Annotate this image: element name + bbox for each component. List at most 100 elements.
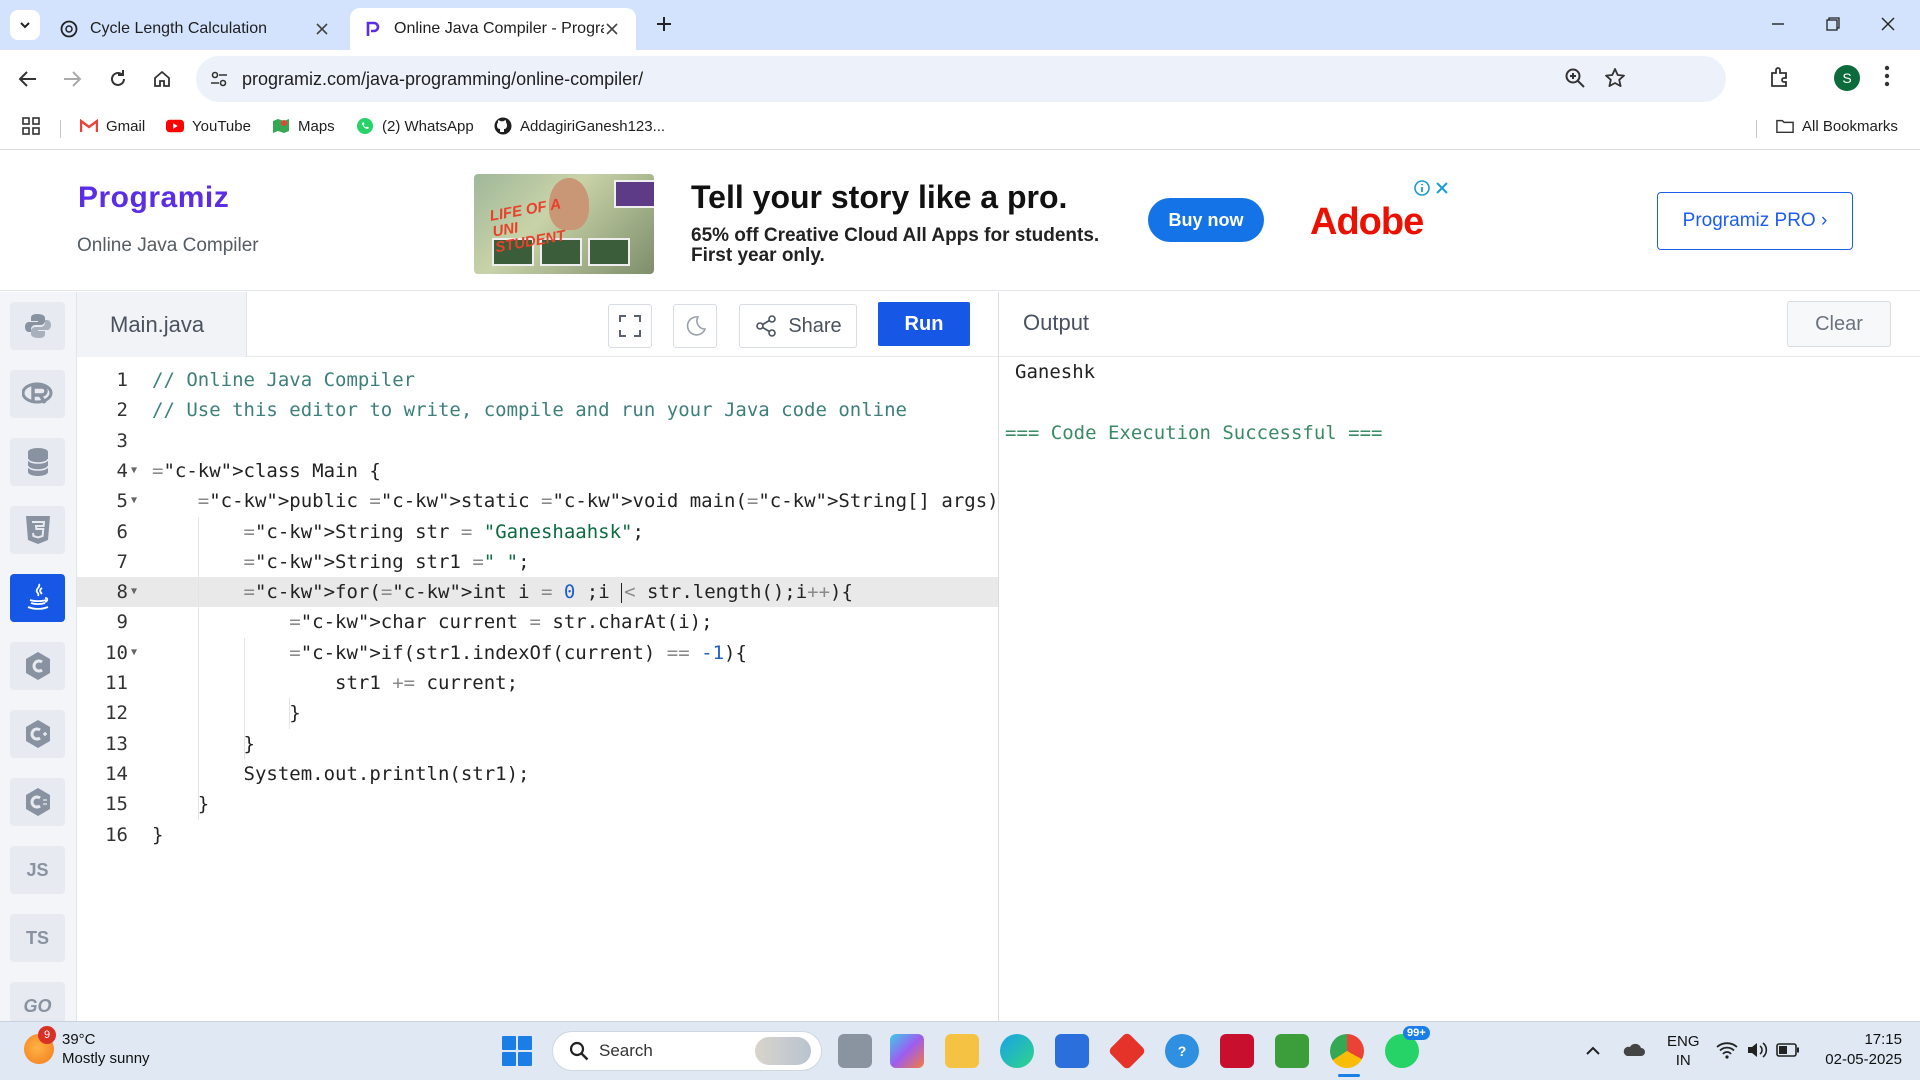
code-line[interactable]: 12 } xyxy=(77,698,998,728)
task-view-icon[interactable] xyxy=(838,1034,872,1068)
code-line[interactable]: 6 ="c-kw">String str = "Ganeshaahsk"; xyxy=(77,517,998,547)
code-line[interactable]: 2 // Use this editor to write, compile an… xyxy=(77,395,998,425)
input-language[interactable]: ENG IN xyxy=(1667,1032,1700,1070)
share-button[interactable]: Share xyxy=(739,304,857,348)
close-tab-icon[interactable] xyxy=(312,19,332,39)
bookmark-youtube[interactable]: YouTube xyxy=(166,117,251,135)
lang-java-button[interactable] xyxy=(10,574,65,622)
site-info-icon[interactable] xyxy=(208,68,230,90)
whatsapp-taskbar-icon[interactable]: 99+ xyxy=(1385,1026,1430,1068)
code-line[interactable]: 3 xyxy=(77,426,998,456)
lang-go-button[interactable]: GO xyxy=(10,982,65,1022)
lang-r-button[interactable] xyxy=(10,370,65,418)
bookmark-maps[interactable]: Maps xyxy=(272,117,335,135)
chevron-up-icon[interactable] xyxy=(1585,1044,1601,1056)
code-line[interactable]: 5 ▼ ="c-kw">public ="c-kw">static ="c-kw"… xyxy=(77,486,1022,516)
help-icon[interactable]: ? xyxy=(1165,1034,1199,1068)
html-icon xyxy=(25,516,50,544)
fullscreen-button[interactable] xyxy=(608,304,652,348)
tab-cycle-length[interactable]: Cycle Length Calculation xyxy=(46,8,346,50)
code-line[interactable]: 9 ="c-kw">char current = str.charAt(i); xyxy=(77,607,998,637)
fold-arrow-icon[interactable]: ▼ xyxy=(131,638,137,668)
edge-icon[interactable] xyxy=(1000,1034,1034,1068)
extensions-icon[interactable] xyxy=(1768,65,1792,94)
file-explorer-icon[interactable] xyxy=(945,1034,979,1068)
zoom-icon[interactable] xyxy=(1564,67,1586,94)
new-tab-button[interactable] xyxy=(652,12,676,36)
ad-buy-now-button[interactable]: Buy now xyxy=(1148,198,1264,242)
bookmark-gmail[interactable]: Gmail xyxy=(80,117,145,135)
back-button[interactable] xyxy=(14,65,42,93)
weather-widget[interactable]: 9 39°C Mostly sunny xyxy=(24,1026,150,1068)
code-line[interactable]: 14 System.out.println(str1); xyxy=(77,759,998,789)
anydesk-icon[interactable] xyxy=(1107,1031,1147,1071)
tab-search-button[interactable] xyxy=(10,10,40,40)
lang-c-button[interactable] xyxy=(10,642,65,690)
ad-info-icon[interactable] xyxy=(1414,180,1430,196)
lang-sql-button[interactable] xyxy=(10,438,65,486)
file-tab[interactable]: Main.java xyxy=(77,292,247,357)
reload-button[interactable] xyxy=(104,65,132,93)
close-tab-icon[interactable] xyxy=(602,19,622,39)
ad-close-icon[interactable] xyxy=(1434,180,1450,196)
lang-js-button[interactable]: JS xyxy=(10,846,65,894)
lang-cpp-button[interactable] xyxy=(10,710,65,758)
code-line[interactable]: 7 ="c-kw">String str1 =" "; xyxy=(77,547,998,577)
wifi-icon[interactable] xyxy=(1716,1041,1738,1059)
code-line[interactable]: 4 ▼ ="c-kw">class Main { xyxy=(77,456,998,486)
advertisement-banner[interactable]: LIFE OF A UNI STUDENT Tell your story li… xyxy=(470,169,1448,279)
language-sidebar: JS TS GO xyxy=(0,292,77,1022)
onedrive-icon[interactable] xyxy=(1622,1040,1646,1060)
start-button[interactable] xyxy=(502,1036,532,1066)
code-line[interactable]: 16} xyxy=(77,820,998,850)
home-button[interactable] xyxy=(148,65,176,93)
programiz-pro-button[interactable]: Programiz PRO › xyxy=(1657,192,1853,250)
profile-avatar[interactable]: S xyxy=(1834,65,1860,91)
clock-date: 02-05-2025 xyxy=(1825,1051,1902,1068)
all-bookmarks-button[interactable]: All Bookmarks xyxy=(1776,117,1898,135)
lang-ts-button[interactable]: TS xyxy=(10,914,65,962)
system-clock[interactable]: 17:15 02-05-2025 xyxy=(1818,1030,1902,1070)
run-button[interactable]: Run xyxy=(878,302,970,346)
code-line[interactable]: 1 // Online Java Compiler xyxy=(77,365,998,395)
windows-logo-tile xyxy=(502,1036,516,1050)
indent-guide xyxy=(197,516,199,820)
programiz-logo[interactable]: Programiz xyxy=(78,181,229,215)
minimize-button[interactable] xyxy=(1766,12,1790,36)
clear-button[interactable]: Clear xyxy=(1787,301,1891,347)
forward-button[interactable] xyxy=(58,65,86,93)
code-line[interactable]: 10 ▼ ="c-kw">if(str1.indexOf(current) == … xyxy=(77,638,998,668)
bookmark-star-icon[interactable] xyxy=(1604,67,1626,94)
apps-grid-icon xyxy=(22,117,40,135)
microsoft-store-icon[interactable] xyxy=(1055,1034,1089,1068)
close-window-button[interactable] xyxy=(1876,12,1900,36)
bookmark-whatsapp[interactable]: (2) WhatsApp xyxy=(356,117,474,135)
mcafee-icon[interactable] xyxy=(1220,1034,1254,1068)
dark-mode-button[interactable] xyxy=(673,304,717,348)
copilot-icon[interactable] xyxy=(890,1034,924,1068)
game-icon[interactable] xyxy=(1275,1034,1309,1068)
output-header: Output Clear xyxy=(999,292,1920,357)
code-line[interactable]: 13 } xyxy=(77,729,998,759)
code-editor[interactable]: 1 // Online Java Compiler 2 // Use this edi… xyxy=(77,357,1022,1022)
address-bar[interactable]: programiz.com/java-programming/online-co… xyxy=(196,56,1726,102)
active-code-line[interactable]: 8 ▼ ="c-kw">for(="c-kw">int i = 0 ;i < st… xyxy=(77,577,998,608)
more-menu-icon[interactable] xyxy=(1884,65,1890,92)
fold-arrow-icon[interactable]: ▼ xyxy=(131,486,137,516)
apps-button[interactable] xyxy=(22,117,40,135)
lang-python-button[interactable] xyxy=(10,302,65,350)
battery-icon[interactable] xyxy=(1776,1043,1800,1057)
restore-button[interactable] xyxy=(1821,12,1845,36)
bookmark-github[interactable]: AddagiriGanesh123... xyxy=(494,117,665,135)
taskbar-search[interactable]: Search xyxy=(552,1031,822,1071)
code-line[interactable]: 15 } xyxy=(77,789,998,819)
chrome-icon[interactable] xyxy=(1330,1034,1364,1068)
lang-html-button[interactable] xyxy=(10,506,65,554)
all-bookmarks-label: All Bookmarks xyxy=(1802,117,1898,135)
tab-online-java-compiler[interactable]: Online Java Compiler - Program xyxy=(350,8,636,50)
volume-icon[interactable] xyxy=(1746,1041,1768,1059)
fold-arrow-icon[interactable]: ▼ xyxy=(131,456,137,486)
lang-csharp-button[interactable] xyxy=(10,778,65,826)
code-line[interactable]: 11 str1 += current; xyxy=(77,668,998,698)
fold-arrow-icon[interactable]: ▼ xyxy=(131,577,137,607)
